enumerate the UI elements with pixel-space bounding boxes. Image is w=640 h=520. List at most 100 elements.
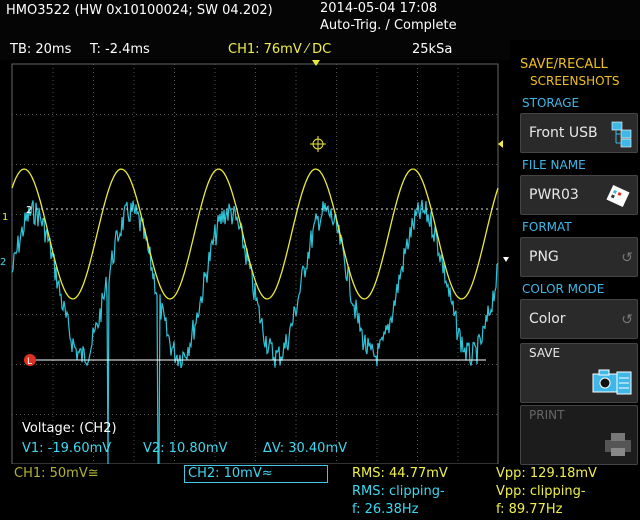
grid-dot <box>174 412 175 413</box>
storage-button[interactable]: Front USB <box>520 113 638 153</box>
grid-dot <box>96 364 97 365</box>
grid-dot <box>376 164 377 165</box>
grid-dot <box>336 404 337 405</box>
grid-dot <box>272 364 273 365</box>
device-model: HMO3522 (HW 0x10100024; SW 04.202) <box>6 3 273 18</box>
grid-dot <box>93 108 94 109</box>
grid-dot <box>214 252 216 253</box>
grid-dot <box>152 214 153 215</box>
ch2-scale[interactable]: CH2: 10mV≈ <box>188 466 273 481</box>
grid-dot <box>214 436 216 437</box>
grid-dot <box>376 84 378 85</box>
grid-dot <box>96 264 97 265</box>
print-button[interactable]: PRINT <box>520 405 638 465</box>
grid-dot <box>144 414 145 415</box>
grid-dot <box>428 164 429 165</box>
grid-dot <box>133 432 135 433</box>
grid-dot <box>344 414 345 415</box>
grid-dot <box>457 344 459 345</box>
grid-dot <box>432 364 433 365</box>
grid-dot <box>93 460 94 461</box>
grid-dot <box>93 400 94 401</box>
grid-dot <box>214 404 216 405</box>
grid-dot <box>472 214 473 215</box>
grid-dot <box>372 414 373 415</box>
grid-dot <box>417 448 418 449</box>
grid-dot <box>52 260 54 261</box>
grid-dot <box>244 414 245 415</box>
grid-dot <box>417 304 418 305</box>
grid-dot <box>52 376 54 377</box>
grid-dot <box>457 388 459 389</box>
grid-dot <box>80 214 81 215</box>
grid-dot <box>444 364 445 365</box>
grid-dot <box>93 204 94 205</box>
grid-dot <box>417 252 418 253</box>
cursor-readout-title: Voltage: (CH2) <box>22 421 117 436</box>
grid-dot <box>168 214 169 215</box>
ch1-trigger-readout[interactable]: CH1: 76mV ⁄ DC <box>228 42 331 57</box>
grid-dot <box>457 80 459 81</box>
grid-dot <box>52 144 54 145</box>
grid-dot <box>240 164 241 165</box>
grid-dot <box>214 296 216 297</box>
grid-dot <box>214 124 216 125</box>
save-button[interactable]: SAVE <box>520 343 638 403</box>
grid-dot <box>295 268 297 269</box>
grid-dot <box>168 164 169 165</box>
grid-dot <box>224 314 225 315</box>
grid-dot <box>376 160 378 161</box>
grid-dot <box>12 214 13 215</box>
format-button[interactable]: PNG ↺ <box>520 237 638 277</box>
grid-dot <box>200 264 201 265</box>
grid-dot <box>160 414 161 415</box>
waveform-display[interactable]: L 1 2 2 <box>0 60 512 464</box>
trigger-time-readout[interactable]: T: -2.4ms <box>90 42 150 57</box>
grid-dot <box>52 380 54 381</box>
grid-dot <box>468 264 469 265</box>
grid-dot <box>174 76 175 77</box>
grid-dot <box>256 214 257 215</box>
grid-dot <box>128 114 129 115</box>
timebase-readout[interactable]: TB: 20ms <box>10 42 71 57</box>
grid-dot <box>200 314 201 315</box>
grid-dot <box>224 114 225 115</box>
grid-dot <box>255 84 256 85</box>
grid-dot <box>96 414 97 415</box>
grid-dot <box>292 314 293 315</box>
grid-dot <box>174 140 175 141</box>
grid-dot <box>460 264 461 265</box>
grid-dot <box>216 264 217 265</box>
grid-dot <box>457 348 459 349</box>
grid-dot <box>172 314 173 315</box>
grid-dot <box>164 264 165 265</box>
grid-dot <box>248 364 249 365</box>
grid-dot <box>457 176 459 177</box>
grid-dot <box>408 114 409 115</box>
grid-dot <box>400 164 401 165</box>
grid-dot <box>174 108 175 109</box>
grid-dot <box>224 264 225 265</box>
grid-dot <box>93 388 94 389</box>
grid-dot <box>133 240 135 241</box>
grid-dot <box>496 414 497 415</box>
grid-dot <box>300 264 301 265</box>
grid-dot <box>204 164 205 165</box>
grid-dot <box>52 84 54 85</box>
colormode-button[interactable]: Color ↺ <box>520 299 638 339</box>
ch1-scale[interactable]: CH1: 50mV≅ <box>14 466 99 481</box>
grid-dot <box>417 232 418 233</box>
grid-dot <box>133 420 135 421</box>
grid-dot <box>214 152 216 153</box>
grid-dot <box>348 314 349 315</box>
grid-dot <box>344 164 345 165</box>
grid-dot <box>200 164 201 165</box>
grid-dot <box>364 264 365 265</box>
grid-dot <box>484 314 485 315</box>
grid-dot <box>468 214 469 215</box>
grid-dot <box>93 212 94 213</box>
filename-button[interactable]: PWR03 <box>520 175 638 215</box>
grid-dot <box>417 352 418 353</box>
grid-dot <box>133 72 135 73</box>
grid-dot <box>336 116 337 117</box>
